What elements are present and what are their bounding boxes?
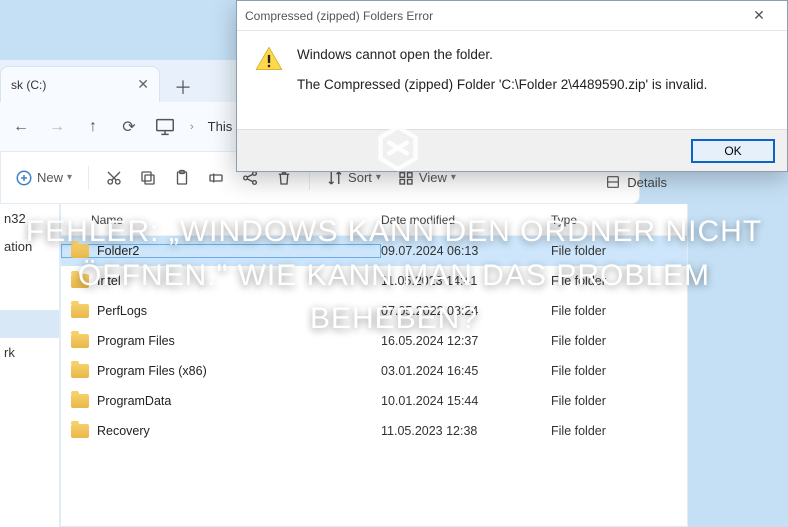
sidebar-item[interactable]: rk: [0, 338, 59, 366]
dialog-title-text: Compressed (zipped) Folders Error: [245, 9, 433, 23]
forward-button[interactable]: →: [46, 116, 68, 138]
warning-icon: [255, 45, 283, 73]
cell-name: Intel: [61, 274, 381, 288]
rename-button[interactable]: [207, 169, 225, 187]
table-row[interactable]: Program Files16.05.2024 12:37File folder: [61, 326, 687, 356]
back-button[interactable]: ←: [10, 116, 32, 138]
sidebar-item[interactable]: ation: [0, 232, 59, 260]
divider: [88, 166, 89, 190]
view-label: View: [419, 170, 447, 185]
table-row[interactable]: Program Files (x86)03.01.2024 16:45File …: [61, 356, 687, 386]
folder-icon: [71, 394, 89, 408]
dialog-button-bar: OK: [237, 129, 787, 171]
cell-type: File folder: [551, 364, 671, 378]
cell-name: Recovery: [61, 424, 381, 438]
sort-label: Sort: [348, 170, 372, 185]
cell-date: 03.01.2024 16:45: [381, 364, 551, 378]
dialog-close-button[interactable]: ✕: [739, 2, 779, 30]
refresh-button[interactable]: ⟳: [118, 116, 140, 138]
table-row[interactable]: PerfLogs07.05.2022 08:24File folder: [61, 296, 687, 326]
cut-button[interactable]: [105, 169, 123, 187]
monitor-icon[interactable]: [154, 116, 176, 138]
folder-icon: [71, 274, 89, 288]
details-label: Details: [627, 175, 667, 190]
ok-button[interactable]: OK: [691, 139, 775, 163]
file-list: Details Name Date modified Type Folder20…: [60, 204, 688, 527]
sidebar: n32 ation rk: [0, 204, 60, 527]
folder-icon: [71, 244, 89, 258]
folder-icon: [71, 424, 89, 438]
cell-type: File folder: [551, 334, 671, 348]
sidebar-item[interactable]: n32: [0, 204, 59, 232]
new-label: New: [37, 170, 63, 185]
cell-date: 07.05.2022 08:24: [381, 304, 551, 318]
column-type[interactable]: Type: [551, 213, 671, 227]
sidebar-item[interactable]: [0, 310, 59, 338]
table-row[interactable]: Recovery11.05.2023 12:38File folder: [61, 416, 687, 446]
up-button[interactable]: ↑: [82, 116, 104, 138]
cell-name: ProgramData: [61, 394, 381, 408]
paste-button[interactable]: [173, 169, 191, 187]
tab-close-icon[interactable]: ✕: [137, 76, 149, 93]
dialog-line2a: The Compressed (zipped) Folder: [297, 77, 499, 92]
column-headers: Name Date modified Type: [61, 204, 687, 236]
dialog-line1: Windows cannot open the folder.: [297, 45, 707, 65]
cell-type: File folder: [551, 244, 671, 258]
tab-title: sk (C:): [11, 78, 46, 92]
cell-date: 16.05.2024 12:37: [381, 334, 551, 348]
folder-icon: [71, 334, 89, 348]
table-row[interactable]: Folder209.07.2024 06:13File folder: [61, 236, 687, 266]
dialog-line2c: is invalid.: [648, 77, 707, 92]
cell-type: File folder: [551, 304, 671, 318]
column-date[interactable]: Date modified: [381, 213, 551, 227]
cell-name: PerfLogs: [61, 304, 381, 318]
table-row[interactable]: Intel11.05.2023 14:41File folder: [61, 266, 687, 296]
cell-type: File folder: [551, 394, 671, 408]
cell-name: Folder2: [61, 244, 381, 258]
folder-icon: [71, 304, 89, 318]
table-row[interactable]: ProgramData10.01.2024 15:44File folder: [61, 386, 687, 416]
dialog-message: Windows cannot open the folder. The Comp…: [297, 45, 707, 96]
folder-icon: [71, 364, 89, 378]
cell-type: File folder: [551, 424, 671, 438]
cell-name: Program Files (x86): [61, 364, 381, 378]
details-toggle[interactable]: Details: [605, 174, 667, 190]
cell-date: 11.05.2023 12:38: [381, 424, 551, 438]
cell-type: File folder: [551, 274, 671, 288]
cell-date: 10.01.2024 15:44: [381, 394, 551, 408]
new-tab-button[interactable]: ＋: [166, 72, 200, 102]
column-name[interactable]: Name: [61, 213, 381, 227]
error-dialog: Compressed (zipped) Folders Error ✕ Wind…: [236, 0, 788, 172]
tab-local-disk[interactable]: sk (C:) ✕: [0, 66, 160, 102]
chevron-right-icon: ›: [190, 121, 194, 133]
dialog-path: 'C:\Folder 2\4489590.zip': [499, 77, 648, 92]
cell-date: 11.05.2023 14:41: [381, 274, 551, 288]
cell-name: Program Files: [61, 334, 381, 348]
copy-button[interactable]: [139, 169, 157, 187]
new-button[interactable]: New ▾: [15, 169, 72, 187]
cell-date: 09.07.2024 06:13: [381, 244, 551, 258]
dialog-titlebar[interactable]: Compressed (zipped) Folders Error ✕: [237, 1, 787, 31]
